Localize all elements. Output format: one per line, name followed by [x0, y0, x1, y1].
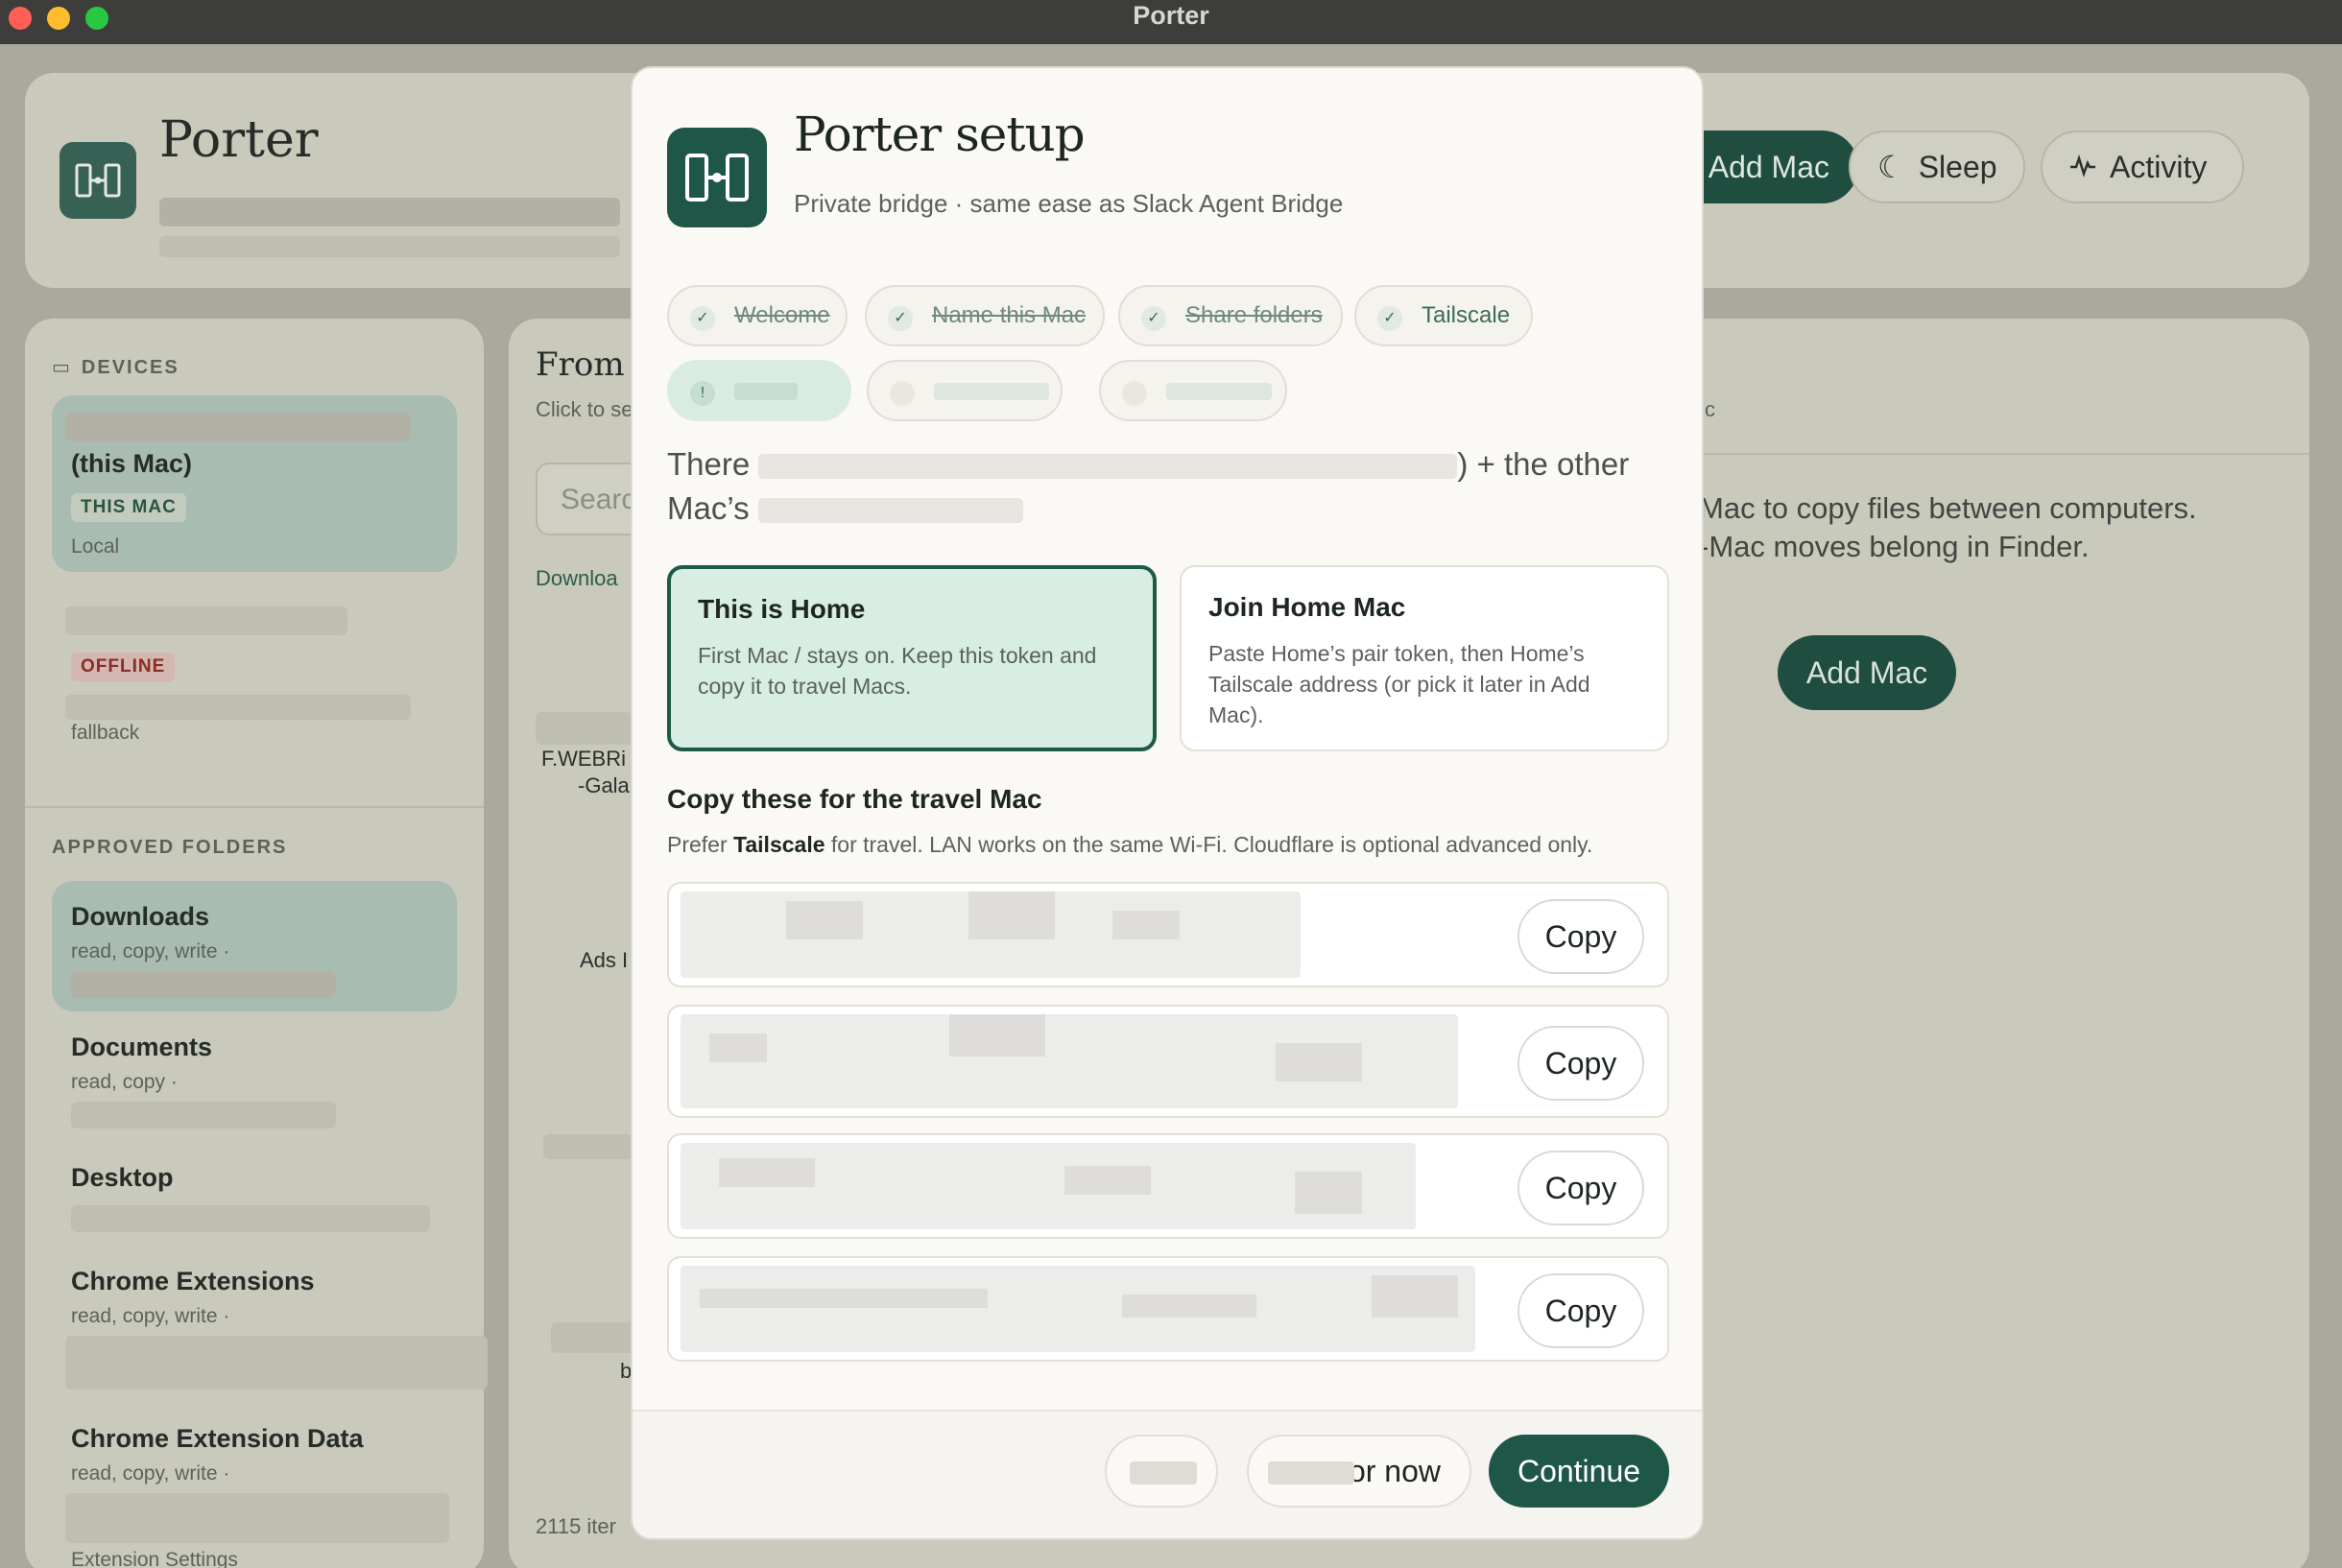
- step-chip-pending[interactable]: [867, 360, 1063, 421]
- dialog-subtitle: Private bridge · same ease as Slack Agen…: [794, 189, 1344, 218]
- check-icon: ✓: [1141, 306, 1166, 331]
- check-icon: ✓: [690, 306, 715, 331]
- device-row-remote[interactable]: OFFLINE fallback: [52, 593, 457, 744]
- skip-for-now-button[interactable]: or now: [1247, 1435, 1471, 1508]
- step-chip-welcome[interactable]: ✓ Welcome: [667, 285, 848, 346]
- sidebar: ▭ DEVICES (this Mac) THIS MAC Local OFFLI…: [25, 319, 488, 1568]
- mode-option-join-home-mac[interactable]: Join Home Mac Paste Home’s pair token, t…: [1180, 565, 1669, 751]
- porter-logo-icon: [667, 128, 767, 227]
- folder-row-downloads[interactable]: Downloads read, copy, write ·: [52, 881, 457, 1011]
- approved-folders-label: APPROVED FOLDERS: [52, 837, 288, 858]
- redacted-value: [681, 1266, 1475, 1352]
- continue-button[interactable]: Continue: [1489, 1435, 1669, 1508]
- step-chip-share-folders[interactable]: ✓ Share folders: [1118, 285, 1343, 346]
- folder-row-chrome-extensions[interactable]: Chrome Extensions read, copy, write ·: [52, 1246, 488, 1390]
- step-chip-pending[interactable]: [1099, 360, 1287, 421]
- copy-button[interactable]: Copy: [1518, 1273, 1644, 1348]
- copy-row: Copy: [667, 1005, 1669, 1118]
- copy-section-heading: Copy these for the travel Mac: [667, 784, 1042, 814]
- folder-row-documents[interactable]: Documents read, copy ·: [52, 1011, 457, 1142]
- activity-button[interactable]: Activity: [2041, 131, 2244, 203]
- window-title: Porter: [1133, 1, 1209, 30]
- file-item[interactable]: Ads I: [580, 948, 628, 973]
- porter-setup-dialog: Porter setup Private bridge · same ease …: [631, 66, 1704, 1540]
- intro-text: There ) + the other Mac’s: [667, 446, 1630, 526]
- devices-icon: ▭: [52, 357, 72, 378]
- redacted-value: [681, 1014, 1458, 1108]
- dialog-footer: or now Continue: [633, 1410, 1702, 1538]
- mode-option-this-is-home[interactable]: This is Home First Mac / stays on. Keep …: [667, 565, 1157, 751]
- back-button[interactable]: [1105, 1435, 1218, 1508]
- redacted-value: [681, 891, 1301, 978]
- empty-state-text: -Mac moves belong in Finder.: [1699, 530, 2090, 563]
- redacted-value: [681, 1143, 1416, 1229]
- device-row-this-mac[interactable]: (this Mac) THIS MAC Local: [52, 395, 457, 572]
- redacted-address: [159, 236, 620, 257]
- moon-icon: ☾: [1877, 150, 1905, 184]
- title-bar: Porter: [0, 0, 2342, 44]
- copy-button[interactable]: Copy: [1518, 1026, 1644, 1101]
- empty-add-mac-button[interactable]: Add Mac: [1778, 635, 1956, 710]
- copy-row: Copy: [667, 1133, 1669, 1239]
- porter-logo-icon: [60, 142, 136, 219]
- offline-badge: OFFLINE: [71, 653, 176, 681]
- empty-state-text: Mac to copy files between computers.: [1699, 491, 2197, 525]
- copy-section-description: Prefer Tailscale for travel. LAN works o…: [667, 832, 1593, 857]
- check-icon: ✓: [1377, 306, 1402, 331]
- copy-row: Copy: [667, 1256, 1669, 1362]
- activity-pulse-icon: [2069, 150, 2096, 185]
- copy-row: Copy: [667, 882, 1669, 987]
- app-name: Porter: [159, 111, 319, 169]
- dialog-title: Porter setup: [794, 107, 1086, 162]
- redacted-address: [65, 695, 411, 720]
- check-icon: ✓: [888, 306, 913, 331]
- copy-button[interactable]: Copy: [1518, 1151, 1644, 1225]
- step-chip-tailscale[interactable]: ✓ Tailscale: [1354, 285, 1533, 346]
- item-count: 2115 iter: [536, 1514, 616, 1538]
- devices-label: ▭ DEVICES: [52, 357, 179, 378]
- step-chip-current[interactable]: !: [667, 360, 851, 421]
- file-item[interactable]: F.WEBRi: [541, 747, 626, 772]
- downloads-column-label: Downloa: [536, 566, 618, 590]
- this-mac-badge: THIS MAC: [71, 493, 186, 522]
- sleep-button[interactable]: ☾ Sleep: [1849, 131, 2025, 203]
- redacted-address: [159, 198, 620, 226]
- redacted-device-name: [65, 413, 411, 441]
- copy-button[interactable]: Copy: [1518, 899, 1644, 974]
- redacted-device-name: [65, 606, 347, 635]
- step-chip-name-this-mac[interactable]: ✓ Name this Mac: [865, 285, 1105, 346]
- folder-row-chrome-extension-data[interactable]: Chrome Extension Data read, copy, write …: [52, 1403, 457, 1568]
